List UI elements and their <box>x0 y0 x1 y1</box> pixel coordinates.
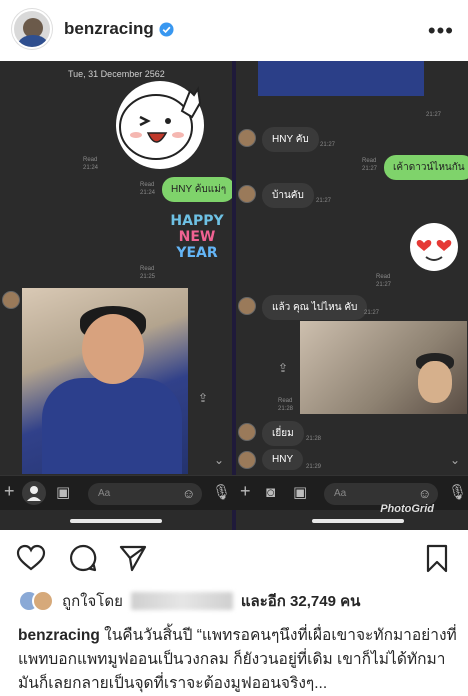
post-photo[interactable]: Tue, 31 December 2562 Read 21:24 Read 21:2… <box>0 61 468 530</box>
share-icon[interactable]: ⇪ <box>278 361 292 375</box>
caption-username[interactable]: benzracing <box>18 627 100 644</box>
read-receipt: Read <box>362 158 377 164</box>
microphone-icon[interactable]: 🎙 <box>212 485 231 500</box>
scroll-down-icon[interactable]: ⌄ <box>214 453 228 467</box>
message-time: 21:25 <box>140 274 156 280</box>
waving-sticker <box>116 81 204 169</box>
like-heart-icon[interactable] <box>16 543 46 573</box>
message-bubble-received[interactable]: HNY <box>262 449 304 470</box>
comment-icon[interactable] <box>68 543 98 573</box>
sender-avatar[interactable] <box>238 129 256 147</box>
message-time: 21:27 <box>362 166 378 172</box>
blurred-username <box>130 592 233 610</box>
chat-date: Tue, 31 December 2562 <box>68 69 165 79</box>
message-bubble-sent[interactable]: เค้าดาวน์ไหนกัน <box>384 155 468 180</box>
message-time: 21:28 <box>306 436 322 442</box>
read-receipt: Read <box>376 274 391 280</box>
liked-by-label: ถูกใจโดย <box>62 593 123 610</box>
scroll-down-icon[interactable]: ⌄ <box>450 453 464 467</box>
home-indicator <box>312 519 404 523</box>
chat-screenshot-left: Tue, 31 December 2562 Read 21:24 Read 21:2… <box>0 61 232 530</box>
sender-avatar[interactable] <box>238 451 256 469</box>
post-actions <box>0 530 468 586</box>
sticker-text: YEAR <box>176 245 218 261</box>
sender-avatar[interactable] <box>238 297 256 315</box>
message-time: 21:28 <box>278 406 294 412</box>
message-time: 21:24 <box>140 190 156 196</box>
image-icon[interactable]: ▣ <box>293 485 307 500</box>
read-receipt: Read <box>140 182 155 188</box>
shared-photo-message[interactable] <box>258 61 424 96</box>
heart-eyes-sticker <box>408 221 460 273</box>
more-options-button[interactable]: ••• <box>428 18 454 44</box>
profile-avatar[interactable] <box>12 9 52 49</box>
sticker-text: NEW <box>178 229 216 245</box>
image-icon[interactable]: ▣ <box>56 485 70 500</box>
kid-photo-message[interactable] <box>22 288 188 474</box>
likes-summary[interactable]: ถูกใจโดย และอีก 32,749 คน <box>18 588 360 614</box>
post-caption: benzracing ในคืนวันสิ้นปี “แพทรอคนๆนึงที… <box>18 624 458 696</box>
share-direct-icon[interactable] <box>118 543 148 573</box>
profile-icon[interactable] <box>22 481 46 505</box>
sender-avatar[interactable] <box>238 185 256 203</box>
family-photo-message[interactable] <box>300 321 467 414</box>
message-bubble-received[interactable]: เยี่ยม <box>262 421 304 446</box>
emoji-icon[interactable]: ☺ <box>418 486 431 501</box>
liker-avatar <box>32 590 54 612</box>
message-bubble-sent[interactable]: HNY ค้บแม่ๆ <box>162 177 232 202</box>
plus-icon[interactable]: + <box>240 482 251 500</box>
sticker-text: HAPPY <box>170 213 224 229</box>
camera-icon[interactable]: ◙ <box>266 485 275 500</box>
message-time: 21:27 <box>320 142 336 148</box>
sticker-face-icon <box>119 86 202 160</box>
post-username[interactable]: benzracing <box>64 19 154 39</box>
heart-eyes-icon <box>410 223 458 271</box>
message-bubble-received[interactable]: บ้านคับ <box>262 183 314 208</box>
plus-icon[interactable]: + <box>4 482 15 500</box>
message-time: 21:27 <box>364 310 380 316</box>
emoji-icon[interactable]: ☺ <box>182 486 195 501</box>
message-time: 21:29 <box>306 464 322 470</box>
share-icon[interactable]: ⇪ <box>198 391 212 405</box>
message-bubble-received[interactable]: แล้ว คุณ ไปไหน คับ <box>262 295 368 320</box>
happy-new-year-sticker: HAPPY NEW YEAR <box>166 213 228 261</box>
read-receipt: Read <box>140 266 155 272</box>
message-time: 21:27 <box>316 198 332 204</box>
post-header: benzracing ••• <box>0 0 468 58</box>
photogrid-watermark: PhotoGrid <box>380 503 434 515</box>
message-time: 21:24 <box>83 165 99 171</box>
read-receipt: Read <box>83 157 98 163</box>
chat-screenshot-right: 21:27 HNY คับ 21:27 เค้าดาวน์ไหนกัน Read… <box>236 61 468 530</box>
message-time: 21:27 <box>426 112 442 118</box>
home-indicator <box>70 519 162 523</box>
message-bubble-received[interactable]: HNY คับ <box>262 127 319 152</box>
sender-avatar[interactable] <box>2 291 20 309</box>
bookmark-icon[interactable] <box>422 543 452 573</box>
message-time: 21:27 <box>376 282 392 288</box>
sender-avatar[interactable] <box>238 423 256 441</box>
verified-badge-icon <box>159 21 174 37</box>
like-count[interactable]: และอีก 32,749 คน <box>241 589 361 613</box>
read-receipt: Read <box>278 398 293 404</box>
microphone-icon[interactable]: 🎙 <box>448 485 467 500</box>
